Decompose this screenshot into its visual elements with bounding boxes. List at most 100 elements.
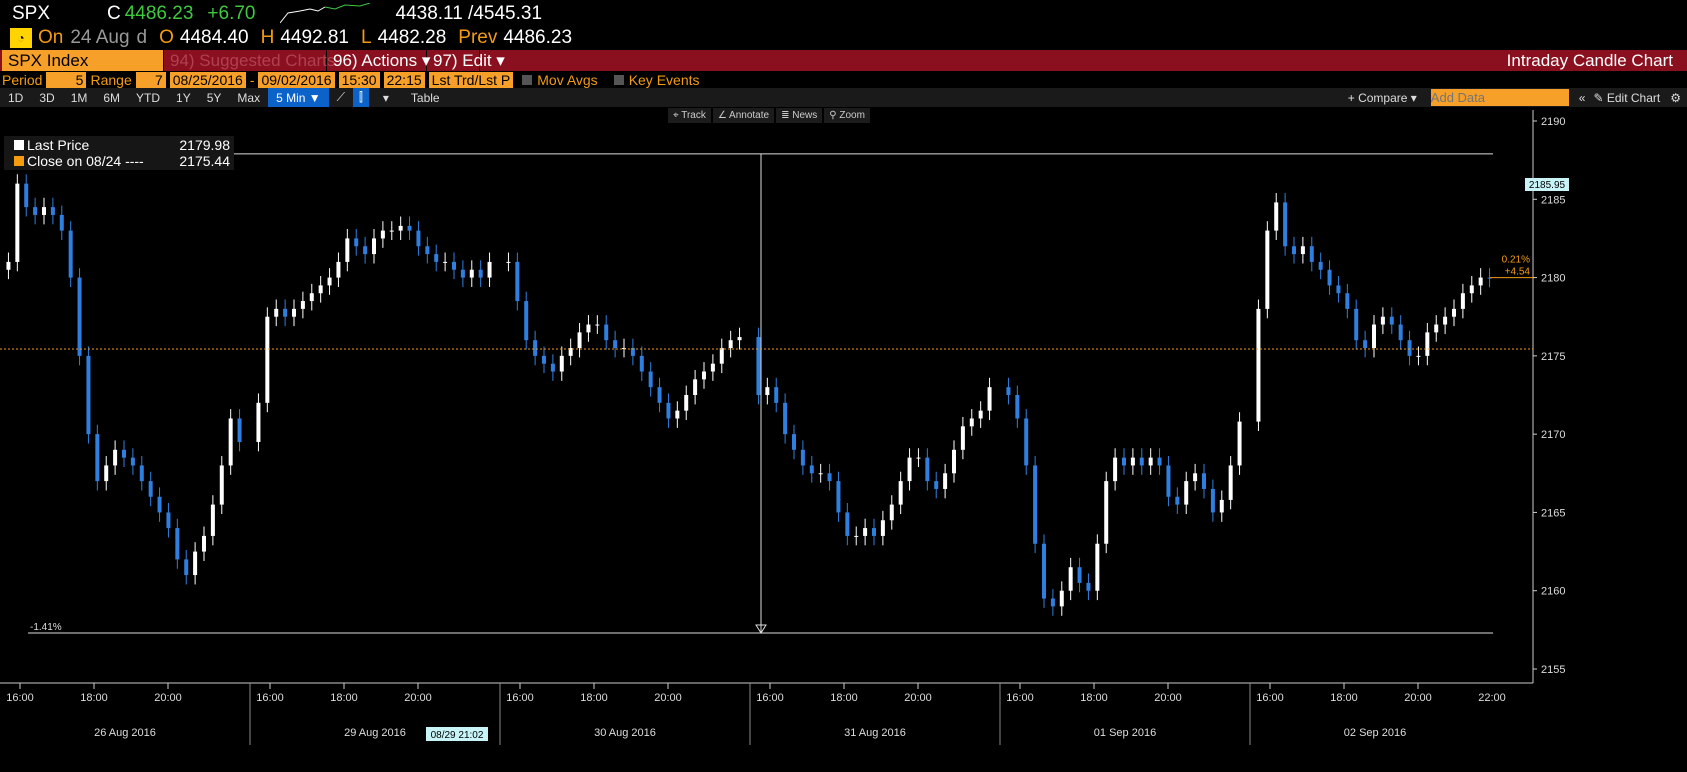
range-max[interactable]: Max <box>229 88 268 107</box>
candle-body <box>1237 421 1242 466</box>
candle-body <box>86 355 91 435</box>
annotate-button[interactable]: ∠ Annotate <box>712 108 775 123</box>
news-button[interactable]: ≣ News <box>776 108 823 123</box>
menu-bar: SPX Index 94) Suggested Charts 96) Actio… <box>0 50 1687 71</box>
edit-menu[interactable]: 97) Edit ▾ <box>427 50 505 71</box>
candle-body <box>59 214 64 231</box>
track-button[interactable]: ⌖ Track <box>668 108 711 123</box>
crosshair-price: 2185.95 <box>1529 180 1566 191</box>
candle-body <box>800 449 805 466</box>
candle-body <box>987 387 992 411</box>
candle-body <box>702 371 706 380</box>
chart-type-dropdown-icon[interactable]: ▾ <box>375 88 397 107</box>
period-input[interactable]: 5 <box>46 71 87 88</box>
add-data-input[interactable] <box>1430 89 1569 106</box>
start-time-input[interactable]: 15:30 <box>338 71 380 88</box>
candle-body <box>889 504 894 521</box>
candle-body <box>1130 457 1135 466</box>
day-range: 4438.11 /4545.31 <box>395 3 543 24</box>
range-input[interactable]: 7 <box>135 71 166 88</box>
candle-body <box>943 473 948 489</box>
range-6m[interactable]: 6M <box>95 88 128 107</box>
gear-icon[interactable]: ⚙ <box>1664 88 1687 107</box>
toolbar: 1D 3D 1M 6M YTD 1Y 5Y Max 5 Min ▼ ⟋ ⫿ ▾ … <box>0 88 1687 107</box>
candle-body <box>434 254 439 262</box>
candle-body <box>292 308 296 317</box>
gauge-icon[interactable]: ◔ <box>10 28 32 48</box>
candle-body <box>318 285 323 294</box>
arrow-head-icon <box>755 624 767 634</box>
zoom-button[interactable]: ⚲ Zoom <box>824 108 870 123</box>
collapse-icon[interactable]: « <box>1575 88 1590 107</box>
candle-body <box>202 535 206 552</box>
candle-body <box>1166 465 1171 497</box>
mov-avgs-checkbox[interactable] <box>522 74 533 85</box>
candle-body <box>193 551 198 576</box>
day-label: 30 Aug 2016 <box>594 727 656 739</box>
range-1d[interactable]: 1D <box>0 88 31 107</box>
candle-body <box>756 337 761 395</box>
candle-body <box>336 261 341 278</box>
candle-body <box>1015 395 1020 419</box>
interval-select[interactable]: 5 Min ▼ <box>268 88 329 107</box>
actions-menu[interactable]: 96) Actions ▾ <box>327 50 430 71</box>
candle-body <box>969 418 974 427</box>
candle-body <box>1157 457 1162 466</box>
edit-chart-button[interactable]: ✎ Edit Chart <box>1589 88 1664 107</box>
candle-body <box>1139 457 1144 466</box>
candle-body <box>1354 308 1359 341</box>
line-chart-icon[interactable]: ⟋ <box>329 88 353 107</box>
candle-body <box>1327 269 1332 286</box>
end-date-input[interactable]: 09/02/2016 <box>258 71 335 88</box>
y-tick-label: 2170 <box>1541 429 1565 441</box>
key-events-checkbox[interactable] <box>613 74 624 85</box>
range-3d[interactable]: 3D <box>31 88 62 107</box>
end-time-input[interactable]: 22:15 <box>383 71 425 88</box>
candle-body <box>934 481 939 489</box>
candle-body <box>693 379 698 395</box>
candle-body <box>524 301 529 341</box>
candle-body <box>710 363 715 372</box>
ref-pct-label: 0.21% <box>1502 255 1530 266</box>
candle-body <box>639 355 644 372</box>
candle-body <box>907 457 912 482</box>
prev-value: 4486.23 <box>503 27 573 48</box>
candle-body <box>210 504 215 536</box>
candle-body <box>443 261 448 263</box>
candle-body <box>283 308 288 317</box>
candle-body <box>228 418 233 466</box>
range-ytd[interactable]: YTD <box>128 88 168 107</box>
candle-body <box>113 449 118 466</box>
candle-chart-icon[interactable]: ⫿ <box>353 88 369 107</box>
candle-body <box>372 238 376 255</box>
suggested-charts-button[interactable]: 94) Suggested Charts <box>164 50 335 71</box>
candle-body <box>506 261 511 263</box>
x-tick-label: 16:00 <box>6 692 34 704</box>
candle-body <box>104 465 109 482</box>
table-button[interactable]: Table <box>403 88 448 107</box>
security-field[interactable]: SPX Index <box>2 50 164 71</box>
x-tick-label: 18:00 <box>580 692 608 704</box>
candle-body <box>792 434 796 450</box>
key-events-label: Key Events <box>628 71 700 88</box>
candle-body <box>33 207 38 215</box>
candle-body <box>1443 316 1448 325</box>
ref-chg-label: +4.54 <box>1505 267 1531 278</box>
candle-body <box>1228 465 1233 500</box>
range-1m[interactable]: 1M <box>63 88 96 107</box>
candle-body <box>1095 543 1100 591</box>
compare-button[interactable]: + Compare ▾ <box>1340 88 1425 107</box>
candle-body <box>657 387 662 403</box>
candle-body <box>1407 340 1412 356</box>
candle-body <box>604 324 609 341</box>
range-1y[interactable]: 1Y <box>168 88 199 107</box>
candle-body <box>898 481 903 505</box>
price-type-select[interactable]: Lst Trd/Lst P <box>428 71 514 88</box>
start-date-input[interactable]: 08/25/2016 <box>169 71 246 88</box>
candle-body <box>95 434 100 482</box>
range-5y[interactable]: 5Y <box>199 88 230 107</box>
candle-body <box>863 528 868 536</box>
candle-body <box>452 261 456 270</box>
candle-body <box>872 528 876 536</box>
y-tick-label: 2180 <box>1541 273 1565 285</box>
